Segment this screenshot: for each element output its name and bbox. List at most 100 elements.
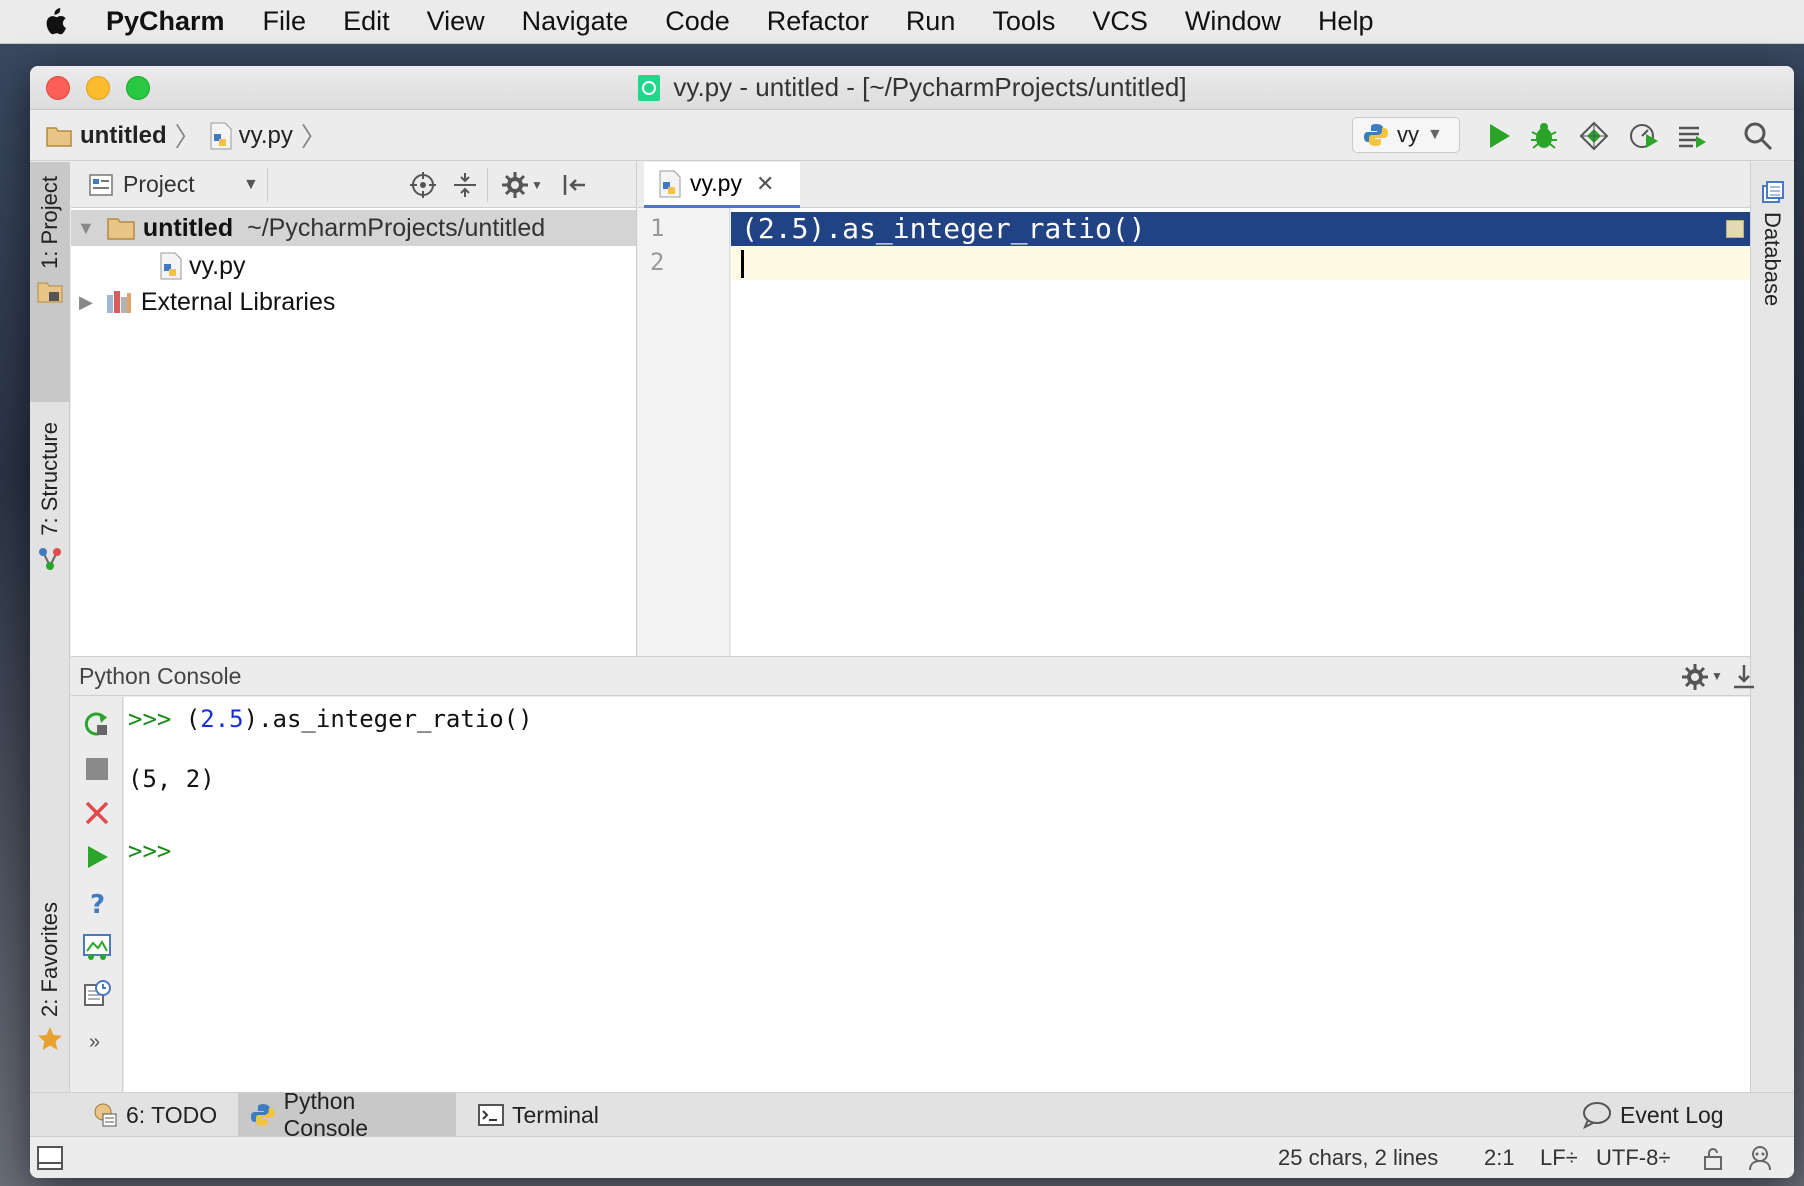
window-titlebar: vy.py - untitled - [~/PycharmProjects/un… — [30, 66, 1794, 110]
tab-python-console[interactable]: Python Console — [238, 1088, 456, 1141]
console-prompt: >>> — [128, 705, 172, 733]
debug-icon[interactable] — [1528, 120, 1560, 152]
window-title: vy.py - untitled - [~/PycharmProjects/un… — [673, 72, 1187, 102]
tree-item-label: External Libraries — [140, 287, 336, 316]
tab-todo[interactable]: 6: TODO — [80, 1093, 229, 1137]
console-output-line: (5, 2) — [128, 765, 215, 793]
locate-icon[interactable] — [409, 171, 437, 199]
tab-label: 6: TODO — [126, 1101, 218, 1128]
menu-bar: PyCharm File Edit View Navigate Code Ref… — [0, 0, 1804, 44]
tab-vy-py[interactable]: vy.py ✕ — [644, 162, 800, 208]
status-caret-position[interactable]: 2:1 — [1484, 1145, 1515, 1171]
menu-view[interactable]: View — [427, 6, 485, 37]
status-char-count: 25 chars, 2 lines — [1278, 1145, 1439, 1170]
apple-icon[interactable] — [40, 5, 70, 39]
hide-panel-icon[interactable] — [561, 171, 589, 199]
toggle-tool-windows-icon[interactable] — [36, 1145, 64, 1171]
search-everywhere-icon[interactable] — [1742, 120, 1774, 152]
tab-label: Python Console — [283, 1088, 369, 1141]
chevron-down-icon[interactable]: ▼ — [243, 176, 259, 194]
menu-code[interactable]: Code — [665, 6, 730, 37]
tab-project-tool-window[interactable]: 1: Project — [30, 162, 70, 402]
menu-navigate[interactable]: Navigate — [522, 6, 629, 37]
tab-label: Terminal — [512, 1101, 599, 1128]
tab-database-tool-window[interactable]: Database — [1759, 212, 1785, 306]
run-concurrency-icon[interactable] — [1676, 120, 1708, 152]
menu-run[interactable]: Run — [906, 6, 956, 37]
run-icon[interactable] — [1482, 120, 1514, 152]
chevron-down-icon[interactable]: ▼ — [1711, 669, 1723, 683]
code-editor[interactable]: (2.5).as_integer_ratio() — [731, 208, 1750, 656]
menu-file[interactable]: File — [263, 6, 307, 37]
status-encoding[interactable]: UTF-8÷ — [1596, 1145, 1670, 1171]
tree-item-vy-py[interactable]: vy.py — [159, 248, 246, 284]
lock-icon[interactable] — [1702, 1146, 1724, 1170]
console-toolbar: ? » — [71, 697, 123, 1092]
tab-label: vy.py — [690, 170, 742, 196]
tree-item-path: ~/PycharmProjects/untitled — [247, 213, 546, 242]
line-number: 2 — [650, 248, 665, 276]
python-file-icon — [659, 170, 681, 197]
execute-icon[interactable] — [83, 843, 111, 871]
folder-icon — [46, 126, 72, 147]
menu-help[interactable]: Help — [1318, 6, 1374, 37]
tab-event-log[interactable]: Event Log — [1570, 1093, 1736, 1137]
gear-icon[interactable] — [501, 171, 529, 199]
code-text: (2.5).as_integer_ratio() — [741, 212, 1146, 245]
help-icon[interactable]: ? — [83, 889, 111, 917]
menu-vcs[interactable]: VCS — [1092, 6, 1148, 37]
divider — [267, 168, 268, 202]
rerun-icon[interactable] — [83, 709, 111, 737]
status-line-separator[interactable]: LF÷ — [1540, 1145, 1578, 1171]
zoom-window-button[interactable] — [126, 76, 150, 100]
menu-refactor[interactable]: Refactor — [767, 6, 869, 37]
menu-app-name[interactable]: PyCharm — [106, 6, 225, 37]
run-configuration-select[interactable]: vy ▼ — [1352, 117, 1460, 153]
console-prompt[interactable]: >>> — [128, 837, 171, 865]
run-with-coverage-icon[interactable] — [1578, 120, 1610, 152]
more-actions-icon[interactable]: » — [89, 1031, 100, 1054]
code-line-selected[interactable]: (2.5).as_integer_ratio() — [731, 212, 1750, 246]
console-history-icon[interactable] — [83, 979, 111, 1007]
close-window-button[interactable] — [46, 76, 70, 100]
menu-edit[interactable]: Edit — [343, 6, 390, 37]
breadcrumb-untitled[interactable]: untitled 〉 — [46, 117, 209, 154]
hide-console-icon[interactable] — [1731, 663, 1757, 691]
chevron-down-icon: ▼ — [1427, 126, 1443, 143]
close-console-icon[interactable] — [83, 799, 111, 827]
status-bar: 25 chars, 2 lines 2:1 LF÷ UTF-8÷ — [30, 1136, 1794, 1178]
tab-label: 1: Project — [37, 176, 62, 269]
gear-icon[interactable] — [1681, 663, 1709, 691]
show-variables-icon[interactable] — [83, 933, 111, 961]
stop-icon[interactable] — [83, 755, 111, 783]
menu-window[interactable]: Window — [1185, 6, 1281, 37]
profile-icon[interactable] — [1628, 120, 1660, 152]
console-output[interactable]: >>> (2.5).as_integer_ratio() (5, 2) >>> — [124, 697, 1750, 1092]
breadcrumb-vy-py[interactable]: vy.py 〉 — [209, 117, 335, 154]
project-view-select[interactable]: Project — [123, 171, 195, 198]
code-line-current[interactable] — [731, 246, 1750, 280]
tab-favorites-tool-window[interactable]: 2: Favorites — [30, 902, 70, 1082]
collapse-all-icon[interactable] — [451, 171, 479, 199]
tree-item-untitled[interactable]: ▼ untitled ~/PycharmProjects/untitled — [71, 210, 636, 246]
tab-structure-tool-window[interactable]: 7: Structure — [30, 422, 70, 622]
python-file-icon — [210, 122, 232, 149]
python-file-icon — [160, 252, 182, 280]
error-stripe-marker[interactable] — [1726, 220, 1744, 238]
chevron-down-icon[interactable]: ▼ — [531, 178, 543, 192]
minimize-window-button[interactable] — [86, 76, 110, 100]
console-input-number: 2.5 — [200, 705, 244, 733]
tree-item-label: untitled — [142, 213, 234, 242]
database-icon[interactable] — [1760, 180, 1786, 206]
tree-item-external-libraries[interactable]: ▶ External Libraries — [71, 284, 335, 320]
python-icon — [1364, 124, 1388, 146]
breadcrumb-label: untitled — [80, 121, 167, 149]
menu-tools[interactable]: Tools — [992, 6, 1055, 37]
hector-inspector-icon[interactable] — [1746, 1144, 1774, 1172]
expand-arrow-icon[interactable]: ▶ — [79, 292, 93, 313]
tab-terminal[interactable]: Terminal — [466, 1093, 611, 1137]
left-tool-window-strip: 1: Project 7: Structure 2: Favorites — [30, 162, 70, 1092]
expand-arrow-icon[interactable]: ▼ — [77, 218, 95, 239]
ide-window: vy.py - untitled - [~/PycharmProjects/un… — [30, 66, 1794, 1178]
close-tab-icon[interactable]: ✕ — [756, 171, 774, 197]
